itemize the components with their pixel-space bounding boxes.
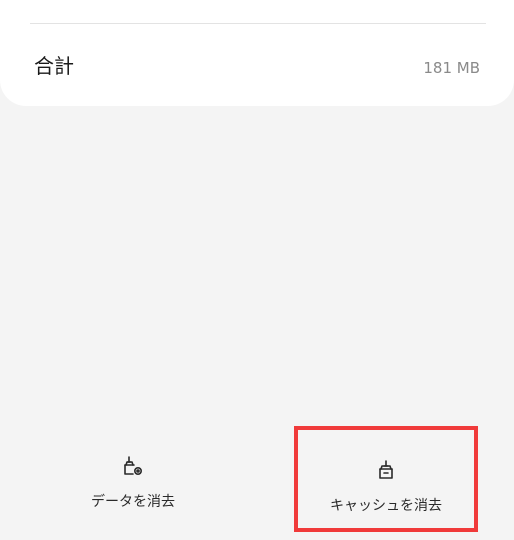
clear-data-button[interactable]: データを消去 [43,430,223,530]
broom-icon [379,460,393,479]
total-label: 合計 [34,54,74,78]
divider [30,23,486,24]
clear-cache-button[interactable]: キャッシュを消去 [294,426,478,532]
clear-cache-label: キャッシュを消去 [330,498,442,514]
clear-data-label: データを消去 [91,494,175,510]
storage-summary-card: 合計 181 MB [0,0,514,106]
total-value: 181 MB [423,59,480,77]
broom-gear-icon [124,456,143,476]
